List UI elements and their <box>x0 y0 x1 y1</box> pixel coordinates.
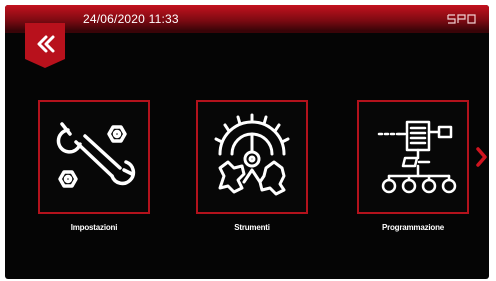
logo-icon <box>447 14 476 24</box>
tile-label-impostazioni: Impostazioni <box>70 223 118 232</box>
network-flow-icon <box>377 120 457 194</box>
next-button[interactable] <box>475 146 489 168</box>
screen: 24/06/2020 11:33 Impostazioni Strumenti … <box>5 5 489 279</box>
tile-label-strumenti: Strumenti <box>234 223 270 232</box>
date-time: 24/06/2020 11:33 <box>83 12 179 26</box>
tile-programmazione[interactable] <box>357 100 469 214</box>
tile-impostazioni[interactable] <box>38 100 150 214</box>
wrench-bolts-icon <box>56 122 136 188</box>
top-bar: 24/06/2020 11:33 <box>5 5 489 33</box>
double-chevron-left-icon <box>25 23 65 68</box>
back-button[interactable] <box>23 23 67 69</box>
chevron-right-icon <box>476 147 487 167</box>
tile-label-programmazione: Programmazione <box>381 223 445 232</box>
gears-icon <box>214 113 290 196</box>
tile-strumenti[interactable] <box>196 100 308 214</box>
